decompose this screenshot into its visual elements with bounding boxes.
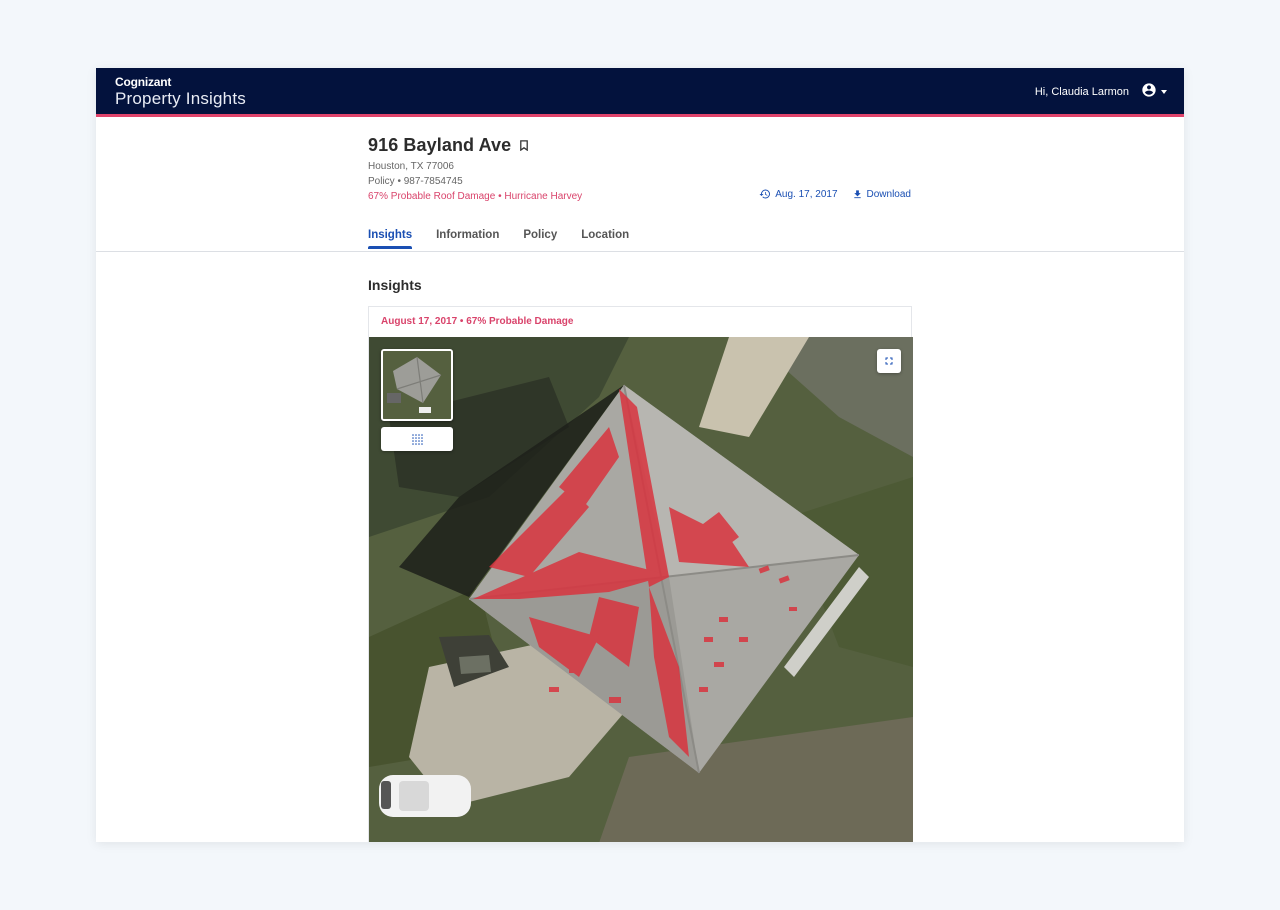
tab-insights[interactable]: Insights — [368, 229, 413, 249]
download-icon — [853, 189, 861, 198]
top-nav-bar: Cognizant Property Insights Hi, Claudia … — [96, 68, 1184, 114]
property-city: Houston, TX 77006 — [368, 161, 454, 172]
property-address: 916 Bayland Ave — [368, 135, 512, 155]
property-meta: Houston, TX 77006 Policy • 987-7854745 6… — [368, 159, 582, 204]
layer-toggle-button[interactable] — [381, 427, 453, 451]
brand-company: Cognizant — [115, 75, 172, 89]
policy-number: Policy • 987-7854745 — [368, 176, 463, 187]
tab-information[interactable]: Information — [436, 229, 499, 249]
download-button[interactable]: Download — [852, 189, 911, 200]
fullscreen-button[interactable] — [877, 349, 901, 373]
download-label: Download — [866, 188, 911, 200]
history-icon — [759, 189, 771, 199]
tab-policy[interactable]: Policy — [523, 229, 557, 249]
damage-summary: 67% Probable Roof Damage • Hurricane Har… — [368, 191, 583, 202]
property-tabs: Insights Information Policy Location — [368, 229, 653, 249]
header-actions: Aug. 17, 2017 Download — [759, 188, 911, 200]
chevron-down-icon — [1161, 89, 1167, 94]
app-window: Cognizant Property Insights Hi, Claudia … — [96, 68, 1184, 842]
insight-card: August 17, 2017 • 67% Probable Damage — [368, 306, 913, 842]
brand-product: Property Insights — [115, 89, 246, 108]
user-greeting: Hi, Claudia Larmon — [1034, 85, 1129, 98]
property-address-row: 916 Bayland Ave — [368, 135, 529, 156]
tab-location[interactable]: Location — [581, 229, 629, 249]
user-menu[interactable]: Hi, Claudia Larmon — [1035, 82, 1167, 101]
fullscreen-icon — [885, 357, 893, 365]
bookmark-icon[interactable] — [519, 140, 529, 151]
minimap-thumbnail[interactable] — [381, 349, 453, 421]
insight-card-label: August 17, 2017 • 67% Probable Damage — [381, 316, 574, 327]
brand-logo[interactable]: Cognizant Property Insights — [115, 75, 246, 108]
history-date-button[interactable]: Aug. 17, 2017 — [759, 188, 838, 200]
insights-section-title: Insights — [368, 277, 422, 293]
aerial-map[interactable] — [369, 337, 913, 842]
minimap-roof-image — [383, 351, 451, 419]
property-header: 916 Bayland Ave Houston, TX 77006 Policy… — [96, 117, 1184, 252]
account-circle-icon — [1141, 82, 1157, 101]
grid-dots-icon — [412, 434, 423, 445]
parked-car — [379, 775, 471, 817]
history-date-label: Aug. 17, 2017 — [775, 188, 838, 200]
